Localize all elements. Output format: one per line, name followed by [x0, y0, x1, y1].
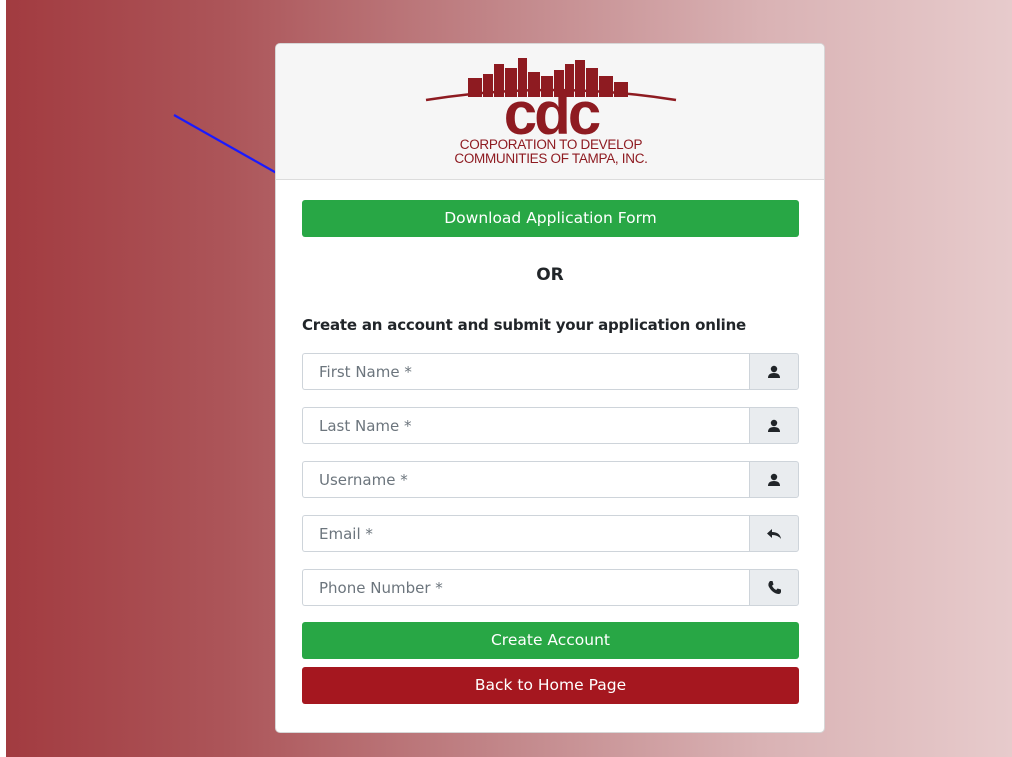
phone-addon: [749, 569, 799, 606]
user-icon: [768, 365, 780, 378]
form-actions: Create Account Back to Home Page: [302, 622, 799, 704]
email-input[interactable]: [302, 515, 749, 552]
signup-card: cdc CORPORATION TO DEVELOP COMMUNITIES O…: [275, 43, 825, 733]
last-name-group: [302, 407, 799, 444]
or-divider: OR: [536, 265, 564, 285]
first-name-input[interactable]: [302, 353, 749, 390]
logo-tagline-line2: COMMUNITIES OF TAMPA, INC.: [454, 151, 648, 166]
logo-tagline-line1: CORPORATION TO DEVELOP: [459, 137, 643, 152]
card-body: Download Application Form OR Create an a…: [276, 180, 824, 704]
username-group: [302, 461, 799, 498]
first-name-addon: [749, 353, 799, 390]
last-name-input[interactable]: [302, 407, 749, 444]
cdc-logo: cdc CORPORATION TO DEVELOP COMMUNITIES O…: [416, 54, 686, 179]
reply-icon: [767, 528, 781, 539]
phone-icon: [767, 581, 781, 594]
create-account-prompt: Create an account and submit your applic…: [302, 316, 747, 334]
phone-group: [302, 569, 799, 606]
back-to-home-button[interactable]: Back to Home Page: [302, 667, 799, 704]
last-name-addon: [749, 407, 799, 444]
download-application-button[interactable]: Download Application Form: [302, 200, 799, 237]
username-input[interactable]: [302, 461, 749, 498]
create-account-button[interactable]: Create Account: [302, 622, 799, 659]
email-addon: [749, 515, 799, 552]
card-header: cdc CORPORATION TO DEVELOP COMMUNITIES O…: [276, 44, 824, 180]
email-group: [302, 515, 799, 552]
username-addon: [749, 461, 799, 498]
user-icon: [768, 473, 780, 486]
svg-text:cdc: cdc: [504, 80, 600, 138]
cdc-skyline-logo-icon: cdc: [425, 58, 677, 147]
first-name-group: [302, 353, 799, 390]
signup-form: [302, 353, 799, 606]
phone-input[interactable]: [302, 569, 749, 606]
user-icon: [768, 419, 780, 432]
